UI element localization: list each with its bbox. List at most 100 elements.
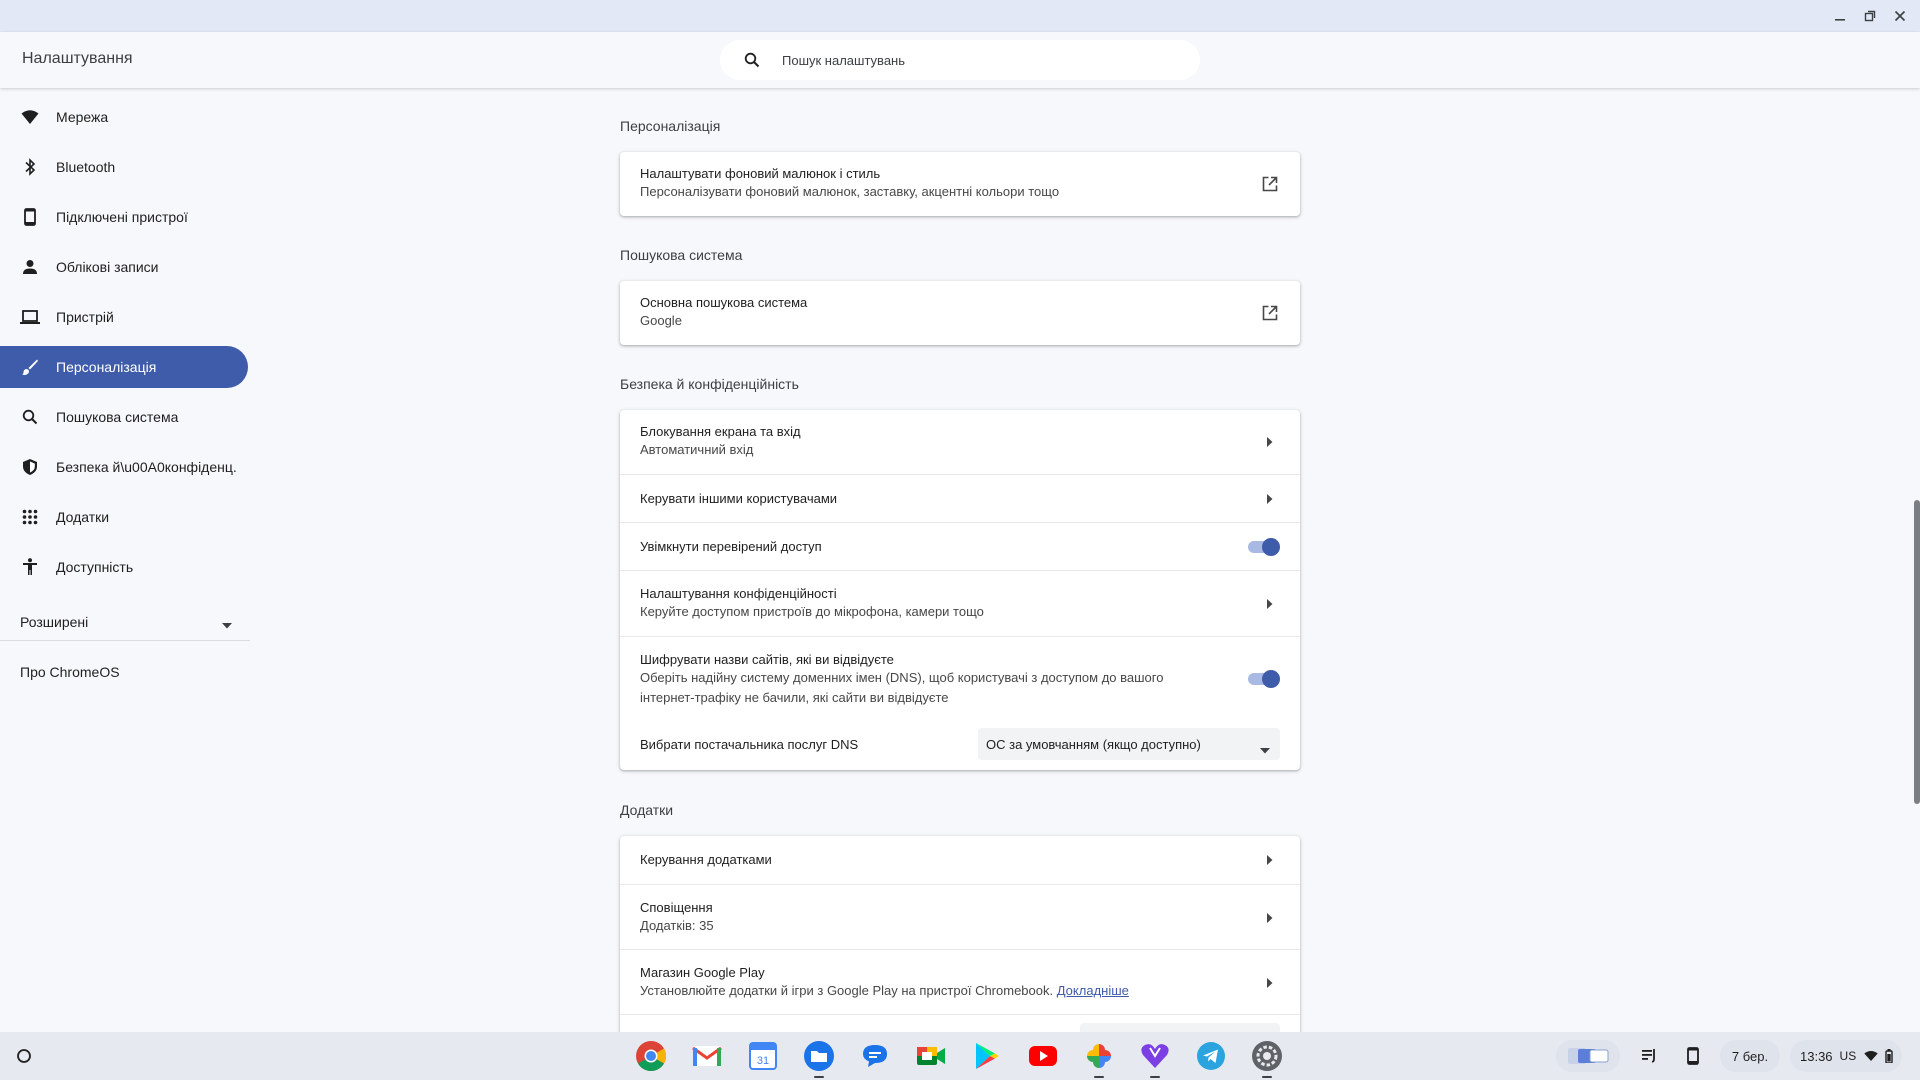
settings-window: Налаштування Мережа Bluetooth Підкл: [0, 0, 1920, 1032]
minimize-icon[interactable]: [1826, 4, 1854, 28]
shield-icon: [20, 457, 40, 477]
search-input[interactable]: [780, 51, 1180, 69]
shelf: 31 7 бер. 13:36 US: [0, 1032, 1920, 1080]
row-subtitle: Керуйте доступом пристроїв до мікрофона,…: [640, 604, 984, 619]
row-title: Увімкнути перевірений доступ: [640, 539, 822, 554]
sidebar-item-label: Доступність: [56, 559, 134, 575]
row-title: Налаштування конфіденційності: [640, 586, 837, 601]
sidebar-item-about[interactable]: Про ChromeOS: [0, 654, 120, 690]
partial-row: [620, 1014, 1300, 1032]
search-box[interactable]: [720, 40, 1200, 80]
sidebar-item-device[interactable]: Пристрій: [0, 296, 248, 338]
wifi-icon: [1864, 1050, 1878, 1062]
sidebar-item-label: Bluetooth: [56, 159, 116, 175]
close-icon[interactable]: [1886, 4, 1914, 28]
status-area[interactable]: 13:36 US: [1790, 1040, 1902, 1072]
chevron-right-icon: [1260, 432, 1280, 452]
running-indicator: [1262, 1076, 1272, 1078]
telegram-icon[interactable]: [1193, 1038, 1229, 1074]
clock: 13:36: [1800, 1048, 1833, 1064]
sidebar-item-label: Мережа: [56, 109, 109, 125]
gmail-icon[interactable]: [689, 1038, 725, 1074]
heart-app-icon[interactable]: [1137, 1038, 1173, 1078]
manage-apps-row[interactable]: Керування додатками: [620, 836, 1300, 884]
security-card: Блокування екрана та вхід Автоматичний в…: [620, 410, 1300, 770]
launcher-button[interactable]: [8, 1040, 40, 1072]
sidebar-item-accessibility[interactable]: Доступність: [0, 546, 248, 588]
messages-icon[interactable]: [857, 1038, 893, 1074]
google-play-row[interactable]: Магазин Google Play Установлюйте додатки…: [620, 949, 1300, 1014]
row-title: Шифрувати назви сайтів, які ви відвідуєт…: [640, 652, 894, 667]
meet-icon[interactable]: [913, 1038, 949, 1074]
phone-icon: [20, 207, 40, 227]
youtube-icon[interactable]: [1025, 1038, 1061, 1074]
row-subtitle: Google: [640, 313, 682, 328]
sidebar-item-personalization[interactable]: Персоналізація: [0, 346, 248, 388]
row-subtitle: Додатків: 35: [640, 918, 714, 933]
scrollbar-thumb[interactable]: [1914, 500, 1920, 804]
photos-icon[interactable]: [1081, 1038, 1117, 1078]
row-title: Основна пошукова система: [640, 295, 808, 310]
search-icon: [20, 407, 40, 427]
svg-text:31: 31: [757, 1055, 769, 1067]
notifications-row[interactable]: Сповіщення Додатків: 35: [620, 884, 1300, 949]
chevron-right-icon: [1260, 973, 1280, 993]
chrome-icon[interactable]: [633, 1038, 669, 1074]
screen-lock-row[interactable]: Блокування екрана та вхід Автоматичний в…: [620, 410, 1300, 474]
battery-icon: [1885, 1049, 1893, 1063]
running-indicator: [814, 1076, 824, 1078]
verified-access-row: Увімкнути перевірений доступ: [620, 522, 1300, 570]
secure-dns-toggle[interactable]: [1246, 670, 1280, 688]
sidebar-item-label: Пристрій: [56, 309, 114, 325]
chevron-right-icon: [1260, 594, 1280, 614]
restore-icon[interactable]: [1856, 4, 1884, 28]
section-title-search-engine: Пошукова система: [620, 247, 743, 263]
sidebar-divider: [0, 640, 250, 641]
scrollbar[interactable]: [1914, 88, 1920, 1032]
calendar-icon[interactable]: 31: [745, 1038, 781, 1074]
sidebar-item-connected-devices[interactable]: Підключені пристрої: [0, 196, 248, 238]
wallpaper-style-row[interactable]: Налаштувати фоновий малюнок і стиль Перс…: [620, 152, 1300, 216]
files-icon[interactable]: [801, 1038, 837, 1078]
settings-icon[interactable]: [1249, 1038, 1285, 1078]
sidebar-item-label: Безпека й\u00A0конфіденц.: [56, 459, 237, 475]
privacy-settings-row[interactable]: Налаштування конфіденційності Керуйте до…: [620, 570, 1300, 636]
media-controls-icon[interactable]: [1634, 1040, 1666, 1072]
person-icon: [20, 257, 40, 277]
sidebar-item-security[interactable]: Безпека й\u00A0конфіденц.: [0, 446, 248, 488]
chevron-right-icon: [1260, 489, 1280, 509]
sidebar-item-apps[interactable]: Додатки: [0, 496, 248, 538]
running-indicator: [1150, 1076, 1160, 1078]
verified-access-toggle[interactable]: [1246, 538, 1280, 556]
phone-hub-icon[interactable]: [1677, 1040, 1709, 1072]
manage-users-row[interactable]: Керувати іншими користувачами: [620, 474, 1300, 522]
sidebar-item-label: Додатки: [56, 509, 110, 525]
default-search-engine-row[interactable]: Основна пошукова система Google: [620, 281, 1300, 345]
date-indicator[interactable]: 7 бер.: [1720, 1040, 1780, 1072]
sidebar-item-accounts[interactable]: Облікові записи: [0, 246, 248, 288]
section-title-security: Безпека й конфіденційність: [620, 376, 799, 392]
sidebar-item-network[interactable]: Мережа: [0, 96, 248, 138]
chevron-down-icon: [1260, 741, 1270, 759]
play-store-icon[interactable]: [969, 1038, 1005, 1074]
title-bar: [0, 0, 1920, 32]
row-title: Блокування екрана та вхід: [640, 424, 801, 439]
sidebar-item-label: Підключені пристрої: [56, 209, 188, 225]
learn-more-link[interactable]: Докладніше: [1057, 983, 1129, 998]
app-header: Налаштування: [0, 32, 1920, 88]
running-indicator: [1094, 1076, 1104, 1078]
brush-icon: [20, 357, 40, 377]
sidebar-advanced-toggle[interactable]: Розширені: [0, 598, 248, 646]
chevron-down-icon: [222, 616, 232, 634]
chevron-right-icon: [1260, 908, 1280, 928]
row-subtitle: Персоналізувати фоновий малюнок, заставк…: [640, 184, 1060, 199]
sidebar-item-bluetooth[interactable]: Bluetooth: [0, 146, 248, 188]
search-icon: [740, 48, 764, 72]
sidebar-item-search-engine[interactable]: Пошукова система: [0, 396, 248, 438]
dns-provider-select[interactable]: ОС за умовчанням (якщо доступно): [978, 728, 1280, 760]
open-in-new-icon: [1260, 174, 1280, 194]
sidebar-about-label: Про ChromeOS: [20, 664, 120, 680]
page-title: Налаштування: [22, 50, 133, 67]
tote-holding-space[interactable]: [1556, 1040, 1620, 1072]
wifi-icon: [20, 107, 40, 127]
